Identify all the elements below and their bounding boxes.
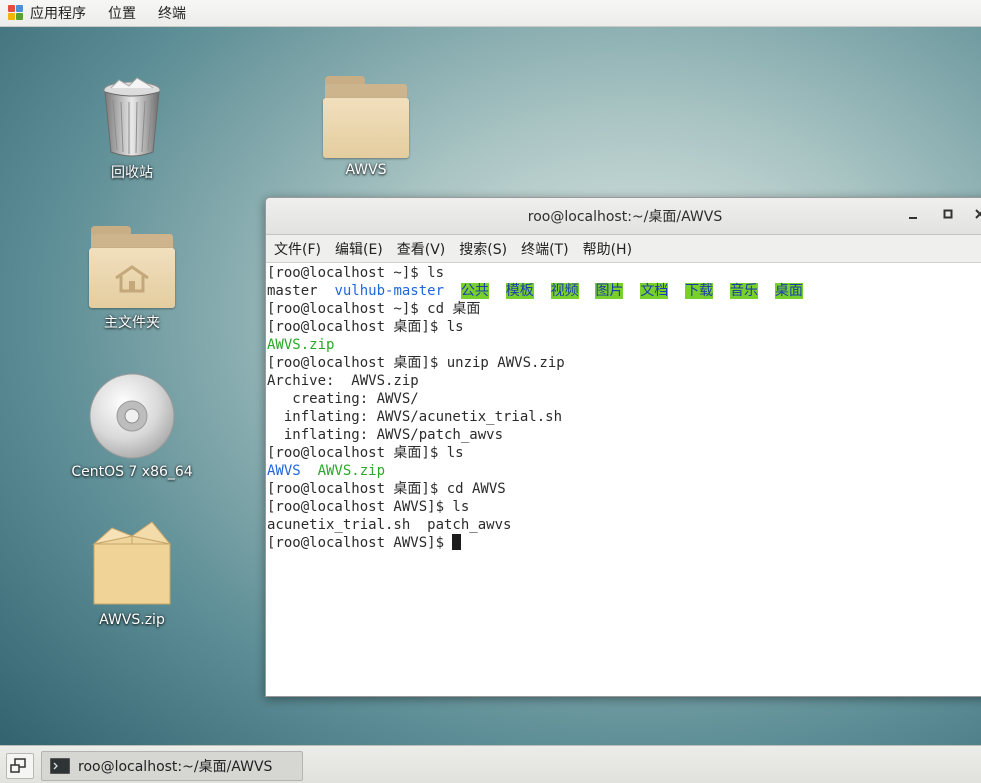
- desktop-icon-label: 主文件夹: [104, 315, 160, 331]
- terminal-line: [roo@localhost ~]$ ls: [267, 265, 445, 281]
- desktop-icon-label: AWVS: [345, 162, 387, 178]
- desktop-icon-awvs-zip[interactable]: AWVS.zip: [72, 516, 192, 628]
- terminal-titlebar[interactable]: roo@localhost:~/桌面/AWVS: [266, 198, 981, 235]
- package-icon: [92, 521, 172, 605]
- terminal-output[interactable]: [roo@localhost ~]$ ls master vulhub-maste…: [266, 263, 981, 553]
- terminal-line: AWVS.zip: [267, 337, 335, 353]
- terminal-line: [roo@localhost 桌面]$ unzip AWVS.zip: [267, 355, 565, 371]
- ls-entry-dir: 图片: [595, 283, 624, 299]
- show-desktop-button[interactable]: [6, 753, 34, 779]
- desktop-icon-home[interactable]: 主文件夹: [72, 226, 192, 332]
- ls-entry-dir: 下载: [685, 283, 714, 299]
- applications-icon: [8, 5, 24, 21]
- text-cursor: [452, 534, 462, 550]
- terminal-line: Archive: AWVS.zip: [267, 373, 419, 389]
- applications-menu[interactable]: 应用程序: [0, 0, 100, 27]
- minimize-icon: [909, 217, 917, 219]
- terminal-app-label: 终端: [158, 6, 186, 22]
- menu-help[interactable]: 帮助(H): [577, 239, 640, 259]
- desktop-icon-centos-disc[interactable]: CentOS 7 x86_64: [71, 372, 193, 480]
- terminal-prompt: [roo@localhost AWVS]$: [267, 535, 453, 551]
- desktop-icon-label: AWVS.zip: [99, 612, 165, 628]
- terminal-menubar: 文件(F) 编辑(E) 查看(V) 搜索(S) 终端(T) 帮助(H): [266, 235, 981, 263]
- ls-entry-archive: AWVS.zip: [317, 463, 386, 479]
- places-label: 位置: [108, 6, 136, 22]
- ls-entry-dir: 桌面: [774, 283, 803, 299]
- bottom-panel: roo@localhost:~/桌面/AWVS: [0, 745, 981, 783]
- terminal-title: roo@localhost:~/桌面/AWVS: [527, 209, 723, 225]
- taskbar-window-label: roo@localhost:~/桌面/AWVS: [78, 759, 273, 775]
- terminal-line: AWVS AWVS.zip: [267, 462, 981, 480]
- menu-search[interactable]: 搜索(S): [453, 239, 515, 259]
- ls-entry-dir: 模板: [505, 283, 534, 299]
- places-menu[interactable]: 位置: [100, 0, 150, 27]
- minimize-button[interactable]: [904, 207, 922, 225]
- maximize-button[interactable]: [939, 207, 957, 225]
- show-desktop-icon: [10, 758, 26, 773]
- terminal-icon: [50, 758, 70, 774]
- ls-entry-dir: 文档: [640, 283, 669, 299]
- menu-terminal[interactable]: 终端(T): [515, 239, 576, 259]
- desktop-icon-awvs-folder[interactable]: AWVS: [306, 76, 426, 178]
- desktop-icon-label: CentOS 7 x86_64: [71, 464, 193, 480]
- terminal-line: [roo@localhost 桌面]$ cd AWVS: [267, 481, 506, 497]
- terminal-prompt-line[interactable]: [roo@localhost AWVS]$: [267, 534, 981, 552]
- applications-label: 应用程序: [30, 6, 86, 22]
- menu-view[interactable]: 查看(V): [391, 239, 454, 259]
- desktop-icon-label: 回收站: [111, 165, 153, 181]
- folder-icon: [323, 76, 409, 158]
- ls-entry-dir: vulhub-master: [334, 283, 445, 299]
- terminal-line: [roo@localhost 桌面]$ ls: [267, 319, 464, 335]
- ls-entry: master: [267, 283, 318, 299]
- menu-edit[interactable]: 编辑(E): [329, 239, 391, 259]
- terminal-line: master vulhub-master 公共 模板 视频 图片 文档 下载 音…: [267, 282, 981, 300]
- ls-entry-dir: AWVS: [267, 463, 301, 479]
- terminal-window[interactable]: roo@localhost:~/桌面/AWVS 文件(F) 编辑(E) 查看(V…: [265, 197, 981, 697]
- terminal-line: inflating: AWVS/patch_awvs: [267, 427, 504, 443]
- terminal-line: [roo@localhost ~]$ cd 桌面: [267, 301, 481, 317]
- taskbar-window-terminal[interactable]: roo@localhost:~/桌面/AWVS: [41, 751, 303, 781]
- terminal-line: [roo@localhost 桌面]$ ls: [267, 445, 464, 461]
- close-icon: [975, 209, 981, 219]
- desktop-icon-trash[interactable]: 回收站: [72, 76, 192, 182]
- terminal-line: creating: AWVS/: [267, 391, 419, 407]
- terminal-line: acunetix_trial.sh patch_awvs: [267, 517, 512, 533]
- disc-icon: [89, 373, 175, 459]
- trash-icon: [103, 77, 161, 157]
- menu-file[interactable]: 文件(F): [268, 239, 329, 259]
- terminal-app-menu[interactable]: 终端: [150, 0, 200, 27]
- terminal-line: inflating: AWVS/acunetix_trial.sh: [267, 409, 563, 425]
- ls-entry-dir: 音乐: [730, 283, 759, 299]
- close-button[interactable]: [971, 207, 981, 225]
- maximize-icon: [943, 209, 953, 219]
- terminal-line: [roo@localhost AWVS]$ ls: [267, 499, 470, 515]
- home-folder-icon: [89, 226, 175, 308]
- top-panel: 应用程序 位置 终端: [0, 0, 981, 27]
- ls-entry-dir: 公共: [460, 283, 489, 299]
- ls-entry-dir: 视频: [550, 283, 579, 299]
